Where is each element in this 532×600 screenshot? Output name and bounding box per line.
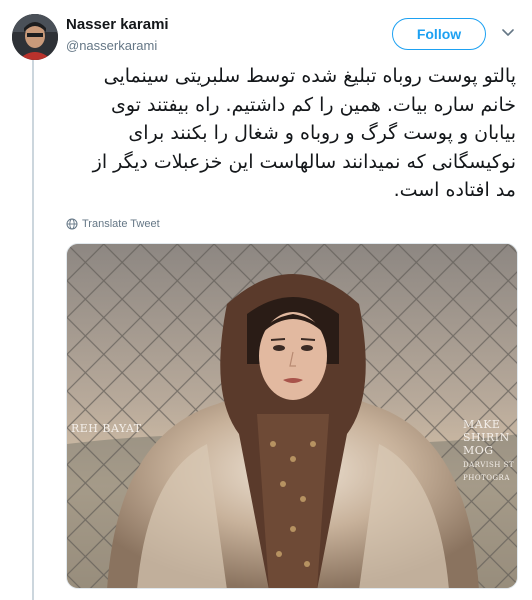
photo-credit-left: REH BAYAT	[71, 422, 142, 435]
tweet-image[interactable]: REH BAYAT MAKE SHIRIN MOG DARVISH ST PHO…	[66, 243, 518, 589]
tweet-line: نوکیسگانی که نمیدانند سالهاست این خزعبلا…	[92, 150, 516, 173]
avatar[interactable]	[12, 14, 58, 60]
tweet-line: پالتو پوست روباه تبلیغ شده توسط سلبریتی …	[103, 65, 516, 87]
thread-line	[32, 58, 34, 600]
credit-line: SHIRIN MOG	[463, 431, 510, 457]
chevron-down-icon[interactable]	[499, 24, 517, 42]
photo-credit-right: MAKE SHIRIN MOG DARVISH ST PHOTOGRA	[463, 418, 517, 485]
author-handle[interactable]: @nasserkarami	[66, 38, 157, 53]
photo	[67, 244, 517, 588]
tweet-line: بیابان و پوست گرگ و روباه و شغال را بکنن…	[128, 122, 516, 144]
avatar-image	[12, 14, 58, 60]
credit-line: PHOTOGRA	[463, 474, 510, 482]
author-name[interactable]: Nasser karami	[66, 16, 169, 33]
globe-icon	[66, 218, 78, 230]
credit-line: DARVISH ST	[463, 461, 515, 469]
translate-tweet-link[interactable]: Translate Tweet	[66, 218, 160, 230]
follow-button[interactable]: Follow	[392, 18, 486, 50]
tweet-line: خانم ساره بیات. همین را کم داشتیم. راه ب…	[110, 93, 516, 116]
tweet-line: مد افتاده است.	[393, 179, 516, 201]
tweet-text: پالتو پوست روباه تبلیغ شده توسط سلبریتی …	[68, 62, 516, 205]
translate-label: Translate Tweet	[82, 218, 160, 230]
credit-line: MAKE	[463, 418, 501, 431]
